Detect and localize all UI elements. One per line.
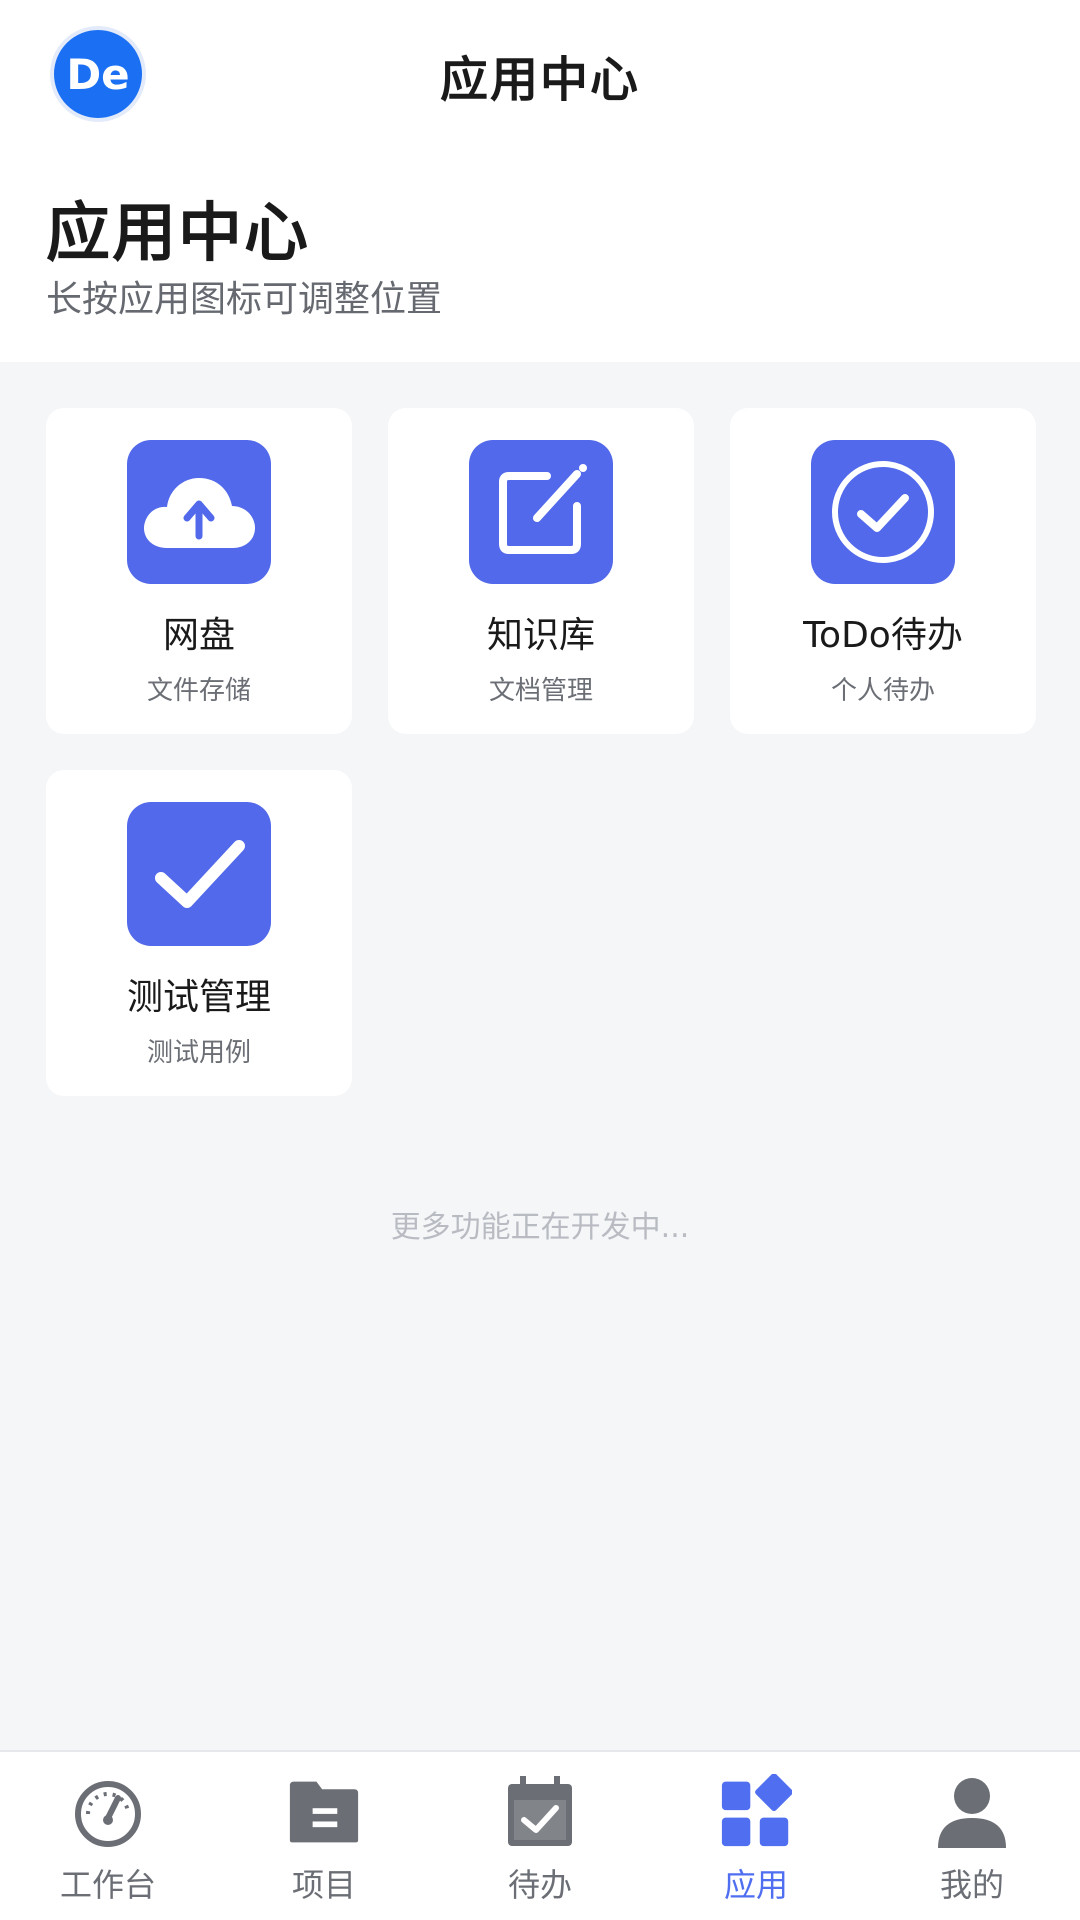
nav-label: 待办 — [507, 1866, 572, 1904]
nav-label: 项目 — [291, 1866, 356, 1904]
cloud-upload-icon — [127, 440, 271, 584]
nav-item-mine[interactable]: 我的 — [864, 1752, 1080, 1920]
nav-item-projects[interactable]: 项目 — [216, 1752, 432, 1920]
dashboard-icon — [72, 1776, 144, 1848]
check-circle-icon — [811, 440, 955, 584]
nav-item-workbench[interactable]: 工作台 — [0, 1752, 216, 1920]
apps-grid-icon — [720, 1774, 792, 1848]
nav-label: 我的 — [939, 1866, 1004, 1904]
topbar-title: 应用中心 — [439, 52, 640, 108]
bottom-nav: 工作台 项目 待办 应用 我的 — [0, 1750, 1080, 1920]
edit-note-icon — [469, 440, 613, 584]
app-subtitle: 测试用例 — [146, 1038, 251, 1068]
page-subtitle: 长按应用图标可调整位置 — [46, 279, 443, 320]
app-title: 知识库 — [486, 615, 595, 656]
page-header: 应用中心 长按应用图标可调整位置 — [0, 150, 1080, 362]
app-card-netdisk[interactable]: 网盘 文件存储 — [46, 408, 352, 734]
app-subtitle: 文档管理 — [488, 676, 593, 706]
nav-item-todo[interactable]: 待办 — [432, 1752, 648, 1920]
page-title: 应用中心 — [46, 197, 310, 271]
app-card-test-management[interactable]: 测试管理 测试用例 — [46, 770, 352, 1096]
app-title: 测试管理 — [126, 977, 271, 1018]
app-card-todo[interactable]: ToDo待办 个人待办 — [730, 408, 1036, 734]
nav-label: 应用 — [723, 1866, 788, 1904]
user-icon — [936, 1776, 1008, 1848]
more-features-hint: 更多功能正在开发中... — [390, 1210, 690, 1245]
nav-label: 工作台 — [59, 1866, 156, 1904]
calendar-check-icon — [504, 1776, 576, 1848]
nav-item-apps[interactable]: 应用 — [648, 1752, 864, 1920]
app-subtitle: 文件存储 — [146, 676, 251, 706]
app-center-page: De 应用中心 应用中心 长按应用图标可调整位置 网盘 文件存储 知识库 文档管… — [0, 0, 1080, 1920]
app-title: ToDo待办 — [803, 615, 963, 656]
top-bar: De 应用中心 — [0, 0, 1080, 150]
folder-icon — [288, 1776, 360, 1848]
checkmark-icon — [127, 802, 271, 946]
app-subtitle: 个人待办 — [830, 676, 935, 706]
app-title: 网盘 — [162, 615, 235, 656]
app-card-knowledge-base[interactable]: 知识库 文档管理 — [388, 408, 694, 734]
